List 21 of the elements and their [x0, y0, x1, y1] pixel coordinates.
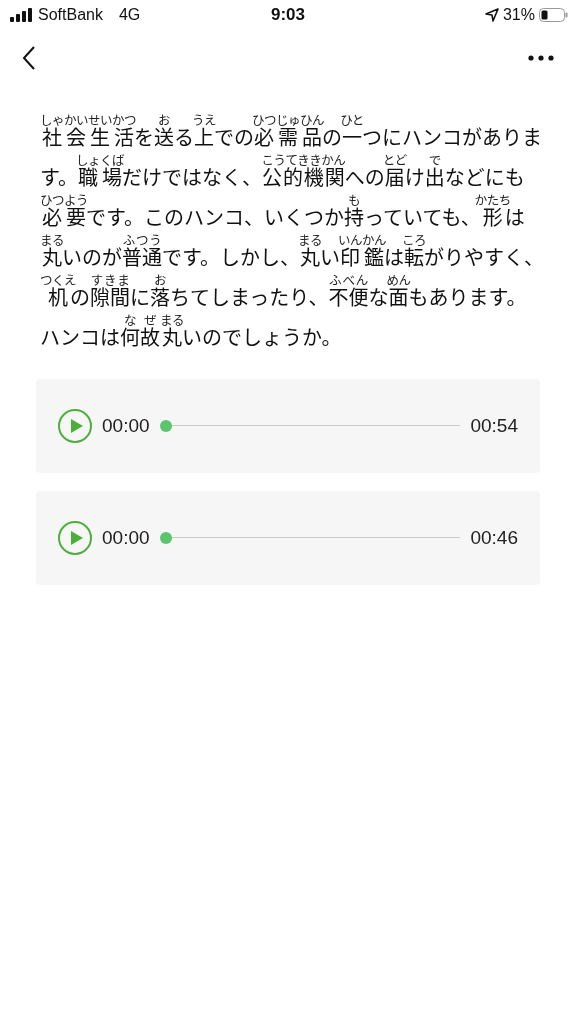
- play-button[interactable]: [58, 409, 92, 443]
- seek-slider[interactable]: [159, 419, 461, 433]
- play-icon: [58, 521, 92, 555]
- seek-slider[interactable]: [159, 531, 461, 545]
- play-icon: [58, 409, 92, 443]
- slider-thumb[interactable]: [159, 420, 172, 432]
- signal-icon: [10, 8, 32, 22]
- duration-time: 00:46: [470, 527, 518, 549]
- battery-percent: 31%: [502, 6, 535, 24]
- current-time: 00:00: [102, 527, 150, 549]
- clock-time: 9:03: [271, 5, 305, 25]
- slider-thumb[interactable]: [159, 532, 172, 544]
- carrier-name: SoftBank: [38, 6, 103, 24]
- network-type: 4G: [118, 6, 141, 24]
- location-arrow-icon: [484, 8, 499, 22]
- play-button[interactable]: [58, 521, 92, 555]
- battery-icon: [539, 8, 568, 22]
- duration-time: 00:54: [470, 415, 518, 437]
- back-chevron-icon: [22, 45, 36, 71]
- more-icon: [528, 55, 554, 61]
- current-time: 00:00: [102, 415, 150, 437]
